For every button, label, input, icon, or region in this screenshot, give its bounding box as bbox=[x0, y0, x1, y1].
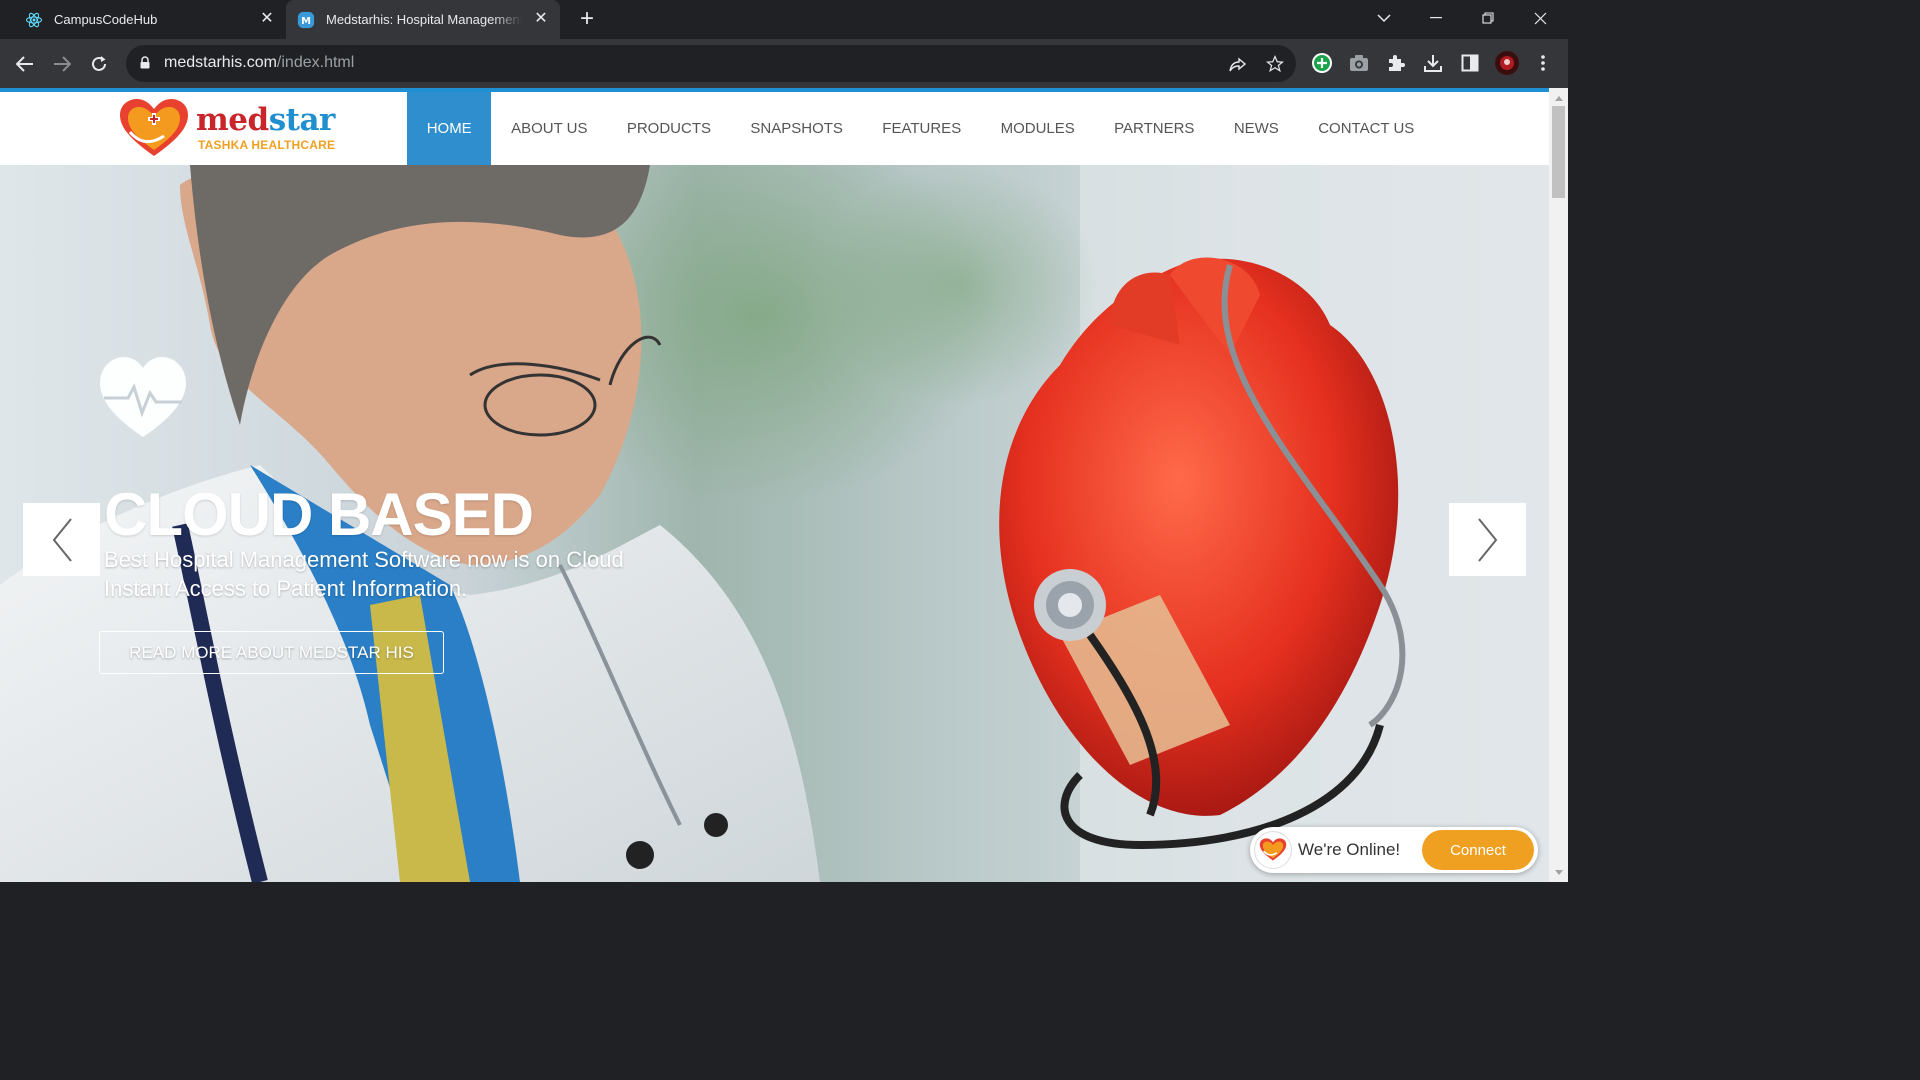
nav-products[interactable]: PRODUCTS bbox=[607, 92, 731, 165]
kebab-menu-icon[interactable] bbox=[1531, 51, 1555, 75]
extensions-puzzle-icon[interactable] bbox=[1384, 51, 1408, 75]
new-tab-plus-icon[interactable]: + bbox=[574, 7, 600, 33]
tab-title: Medstarhis: Hospital Management Software bbox=[326, 12, 522, 27]
forward-arrow-icon[interactable] bbox=[48, 50, 76, 78]
scroll-up-icon[interactable] bbox=[1549, 90, 1568, 106]
reload-icon[interactable] bbox=[85, 50, 113, 78]
tab-search-chevron-icon[interactable] bbox=[1358, 0, 1410, 36]
page-scrollbar[interactable] bbox=[1549, 88, 1568, 882]
m-favicon-icon: M bbox=[296, 10, 316, 30]
nav-modules[interactable]: MODULES bbox=[981, 92, 1095, 165]
download-icon[interactable] bbox=[1421, 51, 1445, 75]
nav-about-us[interactable]: ABOUT US bbox=[491, 92, 607, 165]
chevron-left-icon bbox=[52, 517, 72, 562]
slider-next-button[interactable] bbox=[1449, 503, 1526, 576]
tab-campuscodehub[interactable]: CampusCodeHub ✕ bbox=[14, 0, 286, 39]
nav-home[interactable]: HOME bbox=[407, 92, 492, 165]
camera-icon[interactable] bbox=[1347, 51, 1371, 75]
main-navigation: HOME ABOUT US PRODUCTS SNAPSHOTS FEATURE… bbox=[407, 92, 1434, 165]
hero-slider: CLOUD BASED Best Hospital Management Sof… bbox=[0, 165, 1549, 882]
browser-tab-strip: CampusCodeHub ✕ M Medstarhis: Hospital M… bbox=[0, 0, 1568, 39]
lock-icon[interactable] bbox=[140, 56, 150, 74]
restore-icon[interactable] bbox=[1462, 0, 1514, 36]
logo-star: star bbox=[268, 102, 336, 138]
hero-line-1: Best Hospital Management Software now is… bbox=[104, 547, 624, 572]
page-viewport: medstar TASHKA HEALTHCARE HOME ABOUT US … bbox=[0, 88, 1568, 882]
minimize-icon[interactable] bbox=[1410, 0, 1462, 36]
nav-snapshots[interactable]: SNAPSHOTS bbox=[731, 92, 863, 165]
nav-features[interactable]: FEATURES bbox=[863, 92, 981, 165]
react-atom-icon bbox=[24, 10, 44, 30]
close-icon[interactable]: ✕ bbox=[258, 10, 276, 28]
scroll-down-icon[interactable] bbox=[1549, 864, 1568, 880]
logo-subtitle: TASHKA HEALTHCARE bbox=[198, 138, 336, 152]
live-chat-widget[interactable]: We're Online! Connect bbox=[1250, 827, 1538, 873]
hero-caption: CLOUD BASED Best Hospital Management Sof… bbox=[104, 485, 624, 603]
tab-medstarhis[interactable]: M Medstarhis: Hospital Management Softwa… bbox=[286, 0, 560, 39]
url-text[interactable]: medstarhis.com/index.html bbox=[164, 54, 354, 72]
hero-line-2: Instant Access to Patient Information. bbox=[104, 576, 468, 601]
url-domain: medstarhis.com bbox=[164, 54, 277, 71]
hero-title: CLOUD BASED bbox=[104, 481, 534, 548]
slider-prev-button[interactable] bbox=[23, 503, 100, 576]
address-bar[interactable]: medstarhis.com/index.html bbox=[126, 45, 1296, 82]
profile-avatar-icon[interactable] bbox=[1495, 51, 1519, 75]
side-panel-icon[interactable] bbox=[1458, 51, 1482, 75]
heart-pulse-icon bbox=[100, 357, 186, 437]
chevron-right-icon bbox=[1477, 517, 1497, 562]
scroll-thumb[interactable] bbox=[1552, 106, 1565, 198]
logo-med: med bbox=[196, 102, 269, 138]
window-close-icon[interactable] bbox=[1514, 0, 1566, 36]
logo-wordmark: medstar bbox=[196, 102, 335, 138]
tab-title: CampusCodeHub bbox=[54, 12, 158, 27]
site-header: medstar TASHKA HEALTHCARE HOME ABOUT US … bbox=[0, 92, 1549, 165]
nav-contact-us[interactable]: CONTACT US bbox=[1299, 92, 1435, 165]
heart-hands-logo-icon bbox=[1259, 838, 1287, 861]
close-icon[interactable]: ✕ bbox=[532, 10, 550, 28]
medstar-logo[interactable]: medstar TASHKA HEALTHCARE bbox=[118, 98, 335, 160]
share-icon[interactable] bbox=[1227, 53, 1249, 75]
browser-toolbar: medstarhis.com/index.html bbox=[0, 39, 1568, 88]
svg-text:M: M bbox=[301, 16, 311, 27]
nav-news[interactable]: NEWS bbox=[1214, 92, 1298, 165]
back-arrow-icon[interactable] bbox=[11, 50, 39, 78]
chat-connect-button[interactable]: Connect bbox=[1422, 830, 1534, 870]
nav-partners[interactable]: PARTNERS bbox=[1094, 92, 1214, 165]
plus-extension-icon[interactable] bbox=[1310, 51, 1334, 75]
url-path: /index.html bbox=[276, 54, 355, 71]
bookmark-star-icon[interactable] bbox=[1264, 53, 1286, 75]
chat-avatar bbox=[1254, 831, 1292, 869]
read-more-button[interactable]: READ MORE ABOUT MEDSTAR HIS bbox=[99, 631, 444, 674]
heart-hands-logo-icon bbox=[120, 99, 188, 156]
chat-status-text: We're Online! bbox=[1298, 840, 1401, 859]
